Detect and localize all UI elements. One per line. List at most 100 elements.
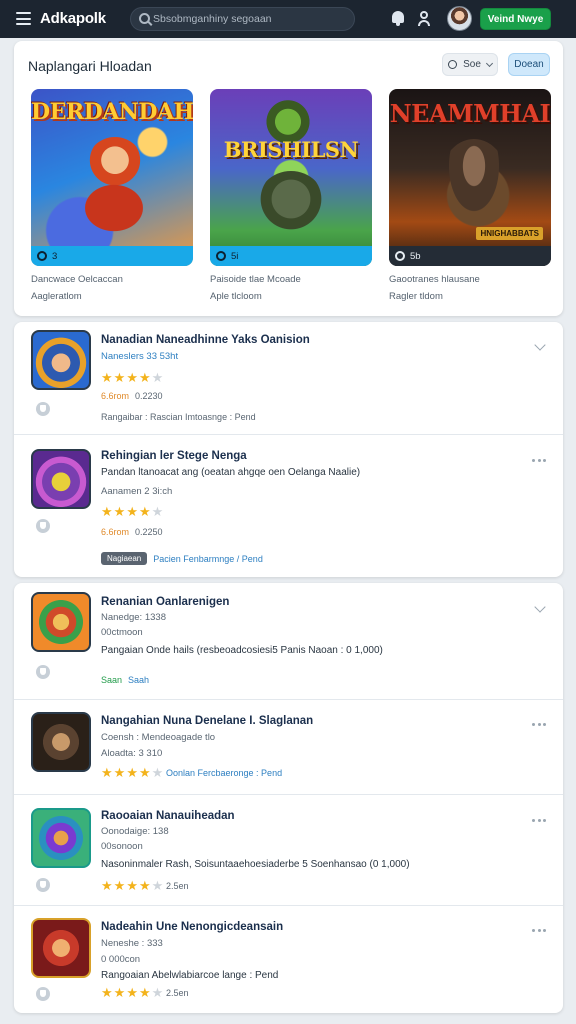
rating-stars: ★ ★ ★ ★ ★: [101, 371, 163, 384]
card-stat-bar: 5b: [389, 246, 551, 266]
featured-card[interactable]: NEAMMHAI HNIGHABBATS 5b Gaootranes hlaus…: [389, 89, 551, 302]
card-stat-bar: 3: [31, 246, 193, 266]
star-filled-icon: ★: [113, 504, 126, 519]
search-box[interactable]: [130, 7, 355, 31]
star-filled-icon: ★: [113, 878, 126, 893]
game-title[interactable]: Renanian Oanlarenigen: [101, 596, 229, 608]
featured-card[interactable]: BRISHILSN 5i Paisoide tlae Mcoade Aple t…: [210, 89, 372, 302]
more-options-icon[interactable]: [532, 815, 546, 825]
game-title[interactable]: Nangahian Nuna Denelane I. Slaglanan: [101, 715, 313, 727]
cover-title: NEAMMHAI: [389, 99, 551, 128]
game-subtitle: Coensh : Mendeoagade tlo: [101, 732, 216, 743]
star-filled-icon: ★: [113, 765, 126, 780]
game-description: Nasoninmaler Rash, Soisuntaaehoesiaderbe…: [101, 859, 410, 870]
game-title[interactable]: Nanadian Naneadhinne Yaks Oanision: [101, 334, 310, 346]
star-filled-icon: ★: [126, 878, 138, 893]
game-footer: 2.5en: [166, 988, 189, 998]
game-thumbnail[interactable]: [31, 712, 91, 772]
more-options-icon[interactable]: [532, 455, 546, 465]
game-meta: 6.6rom 0.2250: [101, 527, 163, 537]
chevron-down-icon[interactable]: [534, 601, 546, 613]
star-filled-icon: ★: [101, 765, 113, 780]
featured-card[interactable]: DERDANDAH 3 Dancwace Oelcaccan Aagleratl…: [31, 89, 193, 302]
game-list-secondary: Renanian Oanlarenigen Nanedge: 1338 00ct…: [14, 583, 563, 1013]
shield-icon: [36, 987, 50, 1001]
clock-icon: [216, 251, 226, 261]
filter-dropdown[interactable]: Soe: [442, 53, 498, 76]
star-filled-icon: ★: [101, 985, 113, 1000]
game-description: Pandan ltanoacat ang (oeatan ahgqe oen O…: [101, 467, 361, 478]
star-filled-icon: ★: [101, 878, 113, 893]
rating-stars: ★ ★ ★ ★ ★: [101, 505, 163, 518]
star-filled-icon: ★: [138, 765, 151, 780]
game-subtitle: Naneslers 33 53ht: [101, 351, 179, 362]
star-filled-icon: ★: [126, 985, 138, 1000]
cover-title: BRISHILSN: [223, 137, 359, 162]
section-title: Naplangari Hloadan: [28, 58, 152, 74]
brand-name[interactable]: Adkapolk: [40, 10, 106, 27]
list-item[interactable]: Raooaian Nanauiheadan Oonodaige: 138 00s…: [14, 795, 563, 906]
chevron-down-icon[interactable]: [534, 339, 546, 351]
game-thumbnail[interactable]: [31, 592, 91, 652]
game-footer: Nagiaean Pacien Fenbarmnge / Pend: [101, 552, 263, 565]
star-filled-icon: ★: [138, 985, 151, 1000]
game-footer: Saan Saah: [101, 675, 150, 685]
game-title[interactable]: Raooaian Nanauiheadan: [101, 810, 235, 822]
card-caption: Gaootranes hlausane: [389, 274, 480, 285]
card-caption: Paisoide tlae Mcoade: [210, 274, 301, 285]
game-subtitle: Oonodaige: 138: [101, 826, 169, 837]
star-empty-icon: ★: [151, 504, 164, 519]
star-filled-icon: ★: [113, 370, 126, 385]
search-icon: [448, 60, 458, 69]
user-icon[interactable]: [416, 10, 432, 27]
list-item[interactable]: Nadeahin Une Nenongicdeansain Neneshe : …: [14, 906, 563, 1013]
rating-stars: ★ ★ ★ ★ ★: [101, 879, 163, 892]
search-input[interactable]: [153, 11, 349, 27]
game-title[interactable]: Nadeahin Une Nenongicdeansain: [101, 921, 283, 933]
list-item[interactable]: Nangahian Nuna Denelane I. Slaglanan Coe…: [14, 700, 563, 795]
game-title[interactable]: Rehingian ler Stege Nenga: [101, 450, 247, 462]
top-bar: Adkapolk Veind Nwye: [0, 0, 576, 38]
star-filled-icon: ★: [126, 504, 138, 519]
game-subtitle: Nanedge: 1338: [101, 612, 166, 623]
star-filled-icon: ★: [138, 878, 151, 893]
game-cover-art[interactable]: DERDANDAH 3: [31, 89, 193, 266]
chevron-down-icon: [485, 59, 493, 67]
game-footer: Oonlan Fercbaeronge : Pend: [166, 768, 283, 778]
more-options-icon[interactable]: [532, 719, 546, 729]
star-filled-icon: ★: [101, 504, 113, 519]
game-cover-art[interactable]: NEAMMHAI HNIGHABBATS 5b: [389, 89, 551, 266]
game-description: Pangaian Onde hails (resbeoadcosiesi5 Pa…: [101, 645, 383, 656]
game-list: Nanadian Naneadhinne Yaks Oanision Nanes…: [14, 322, 563, 577]
primary-action-button[interactable]: Veind Nwye: [480, 8, 551, 30]
list-item[interactable]: Renanian Oanlarenigen Nanedge: 1338 00ct…: [14, 583, 563, 700]
card-caption-secondary: Aple tlcloom: [210, 291, 262, 302]
star-filled-icon: ★: [101, 370, 113, 385]
avatar[interactable]: [447, 6, 472, 31]
more-options-icon[interactable]: [532, 925, 546, 935]
game-thumbnail[interactable]: [31, 330, 91, 390]
star-empty-icon: ★: [151, 985, 164, 1000]
toggle-button[interactable]: Doean: [508, 53, 550, 76]
game-thumbnail[interactable]: [31, 918, 91, 978]
clock-icon: [395, 251, 405, 261]
game-footer: Rangaibar : Rascian Imtoasnge : Pend: [101, 412, 256, 422]
shield-icon: [36, 519, 50, 533]
search-icon: [139, 13, 150, 24]
cover-title: DERDANDAH: [31, 99, 193, 125]
featured-section: Naplangari Hloadan Soe Doean DERDANDAH 3…: [14, 41, 563, 316]
rating-stars: ★ ★ ★ ★ ★: [101, 766, 163, 779]
game-footer: 2.5en: [166, 881, 189, 891]
filter-label: Soe: [463, 59, 481, 70]
game-cover-art[interactable]: BRISHILSN 5i: [210, 89, 372, 266]
shield-icon: [36, 402, 50, 416]
menu-icon[interactable]: [16, 12, 31, 25]
game-thumbnail[interactable]: [31, 449, 91, 509]
list-item[interactable]: Nanadian Naneadhinne Yaks Oanision Nanes…: [14, 322, 563, 435]
game-thumbnail[interactable]: [31, 808, 91, 868]
game-subtitle-secondary: Aloadta: 3 310: [101, 748, 163, 759]
game-subtitle: Aanamen 2 3i:ch: [101, 486, 173, 497]
notifications-icon[interactable]: [390, 10, 406, 27]
shield-icon: [36, 878, 50, 892]
list-item[interactable]: Rehingian ler Stege Nenga Pandan ltanoac…: [14, 435, 563, 577]
